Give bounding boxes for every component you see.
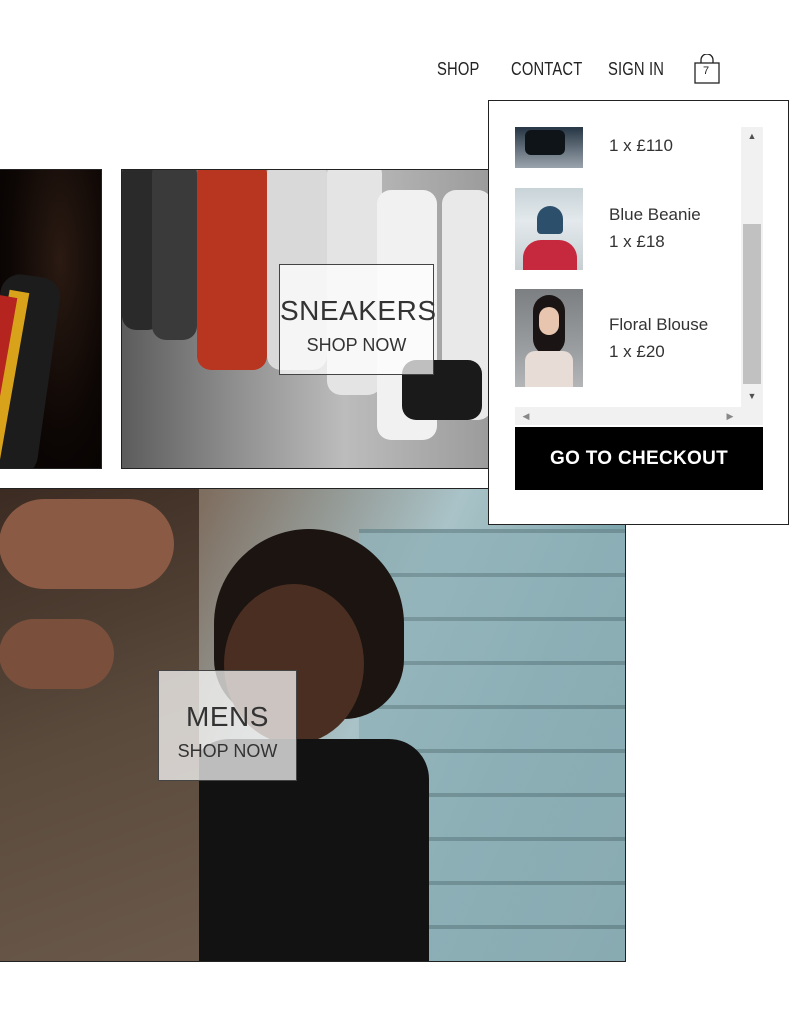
sneakers-overlay[interactable]: SNEAKERS SHOP NOW	[279, 264, 437, 375]
scroll-down-arrow-icon[interactable]: ▼	[741, 389, 763, 403]
collection-tile-sneakers[interactable]: SNEAKERS SHOP NOW	[121, 169, 493, 469]
cart-items-list[interactable]: 1 x £110 Blue Beanie 1 x £18 Floral Blou…	[515, 127, 763, 425]
cart-count: 7	[702, 65, 710, 77]
nav-contact-link[interactable]: CONTACT	[511, 59, 582, 80]
collection-tile-jackets[interactable]	[0, 169, 102, 469]
scroll-right-arrow-icon[interactable]: ▶	[723, 407, 737, 425]
scroll-left-arrow-icon[interactable]: ◀	[519, 407, 533, 425]
mens-shop-now[interactable]: SHOP NOW	[159, 741, 296, 762]
scrollbar-thumb[interactable]	[743, 224, 761, 384]
cart-item-quantity: 1 x £110	[609, 136, 673, 155]
cart-item: 1 x £110	[515, 127, 741, 168]
scroll-up-arrow-icon[interactable]: ▲	[741, 129, 763, 143]
nav-sign-in-link[interactable]: SIGN IN	[608, 59, 664, 80]
vertical-scrollbar[interactable]: ▲ ▼	[741, 127, 763, 407]
mens-title: MENS	[186, 701, 269, 732]
collection-tile-mens[interactable]: MENS SHOP NOW	[0, 488, 626, 962]
cart-item-image	[515, 289, 583, 387]
cart-item-name: Floral Blouse	[609, 315, 709, 334]
cart-item-name: Blue Beanie	[609, 205, 701, 224]
cart-item: Blue Beanie 1 x £18	[515, 188, 741, 286]
cart-item-image	[515, 127, 583, 168]
sneakers-shop-now[interactable]: SHOP NOW	[280, 335, 433, 356]
sneakers-title: SNEAKERS	[280, 295, 437, 326]
horizontal-scrollbar[interactable]: ◀ ▶	[515, 407, 763, 425]
cart-item-image	[515, 188, 583, 270]
cart-item-quantity: 1 x £18	[609, 232, 665, 251]
cart-button[interactable]: 7	[694, 53, 720, 84]
mens-overlay[interactable]: MENS SHOP NOW	[158, 670, 297, 781]
cart-dropdown: 1 x £110 Blue Beanie 1 x £18 Floral Blou…	[488, 100, 789, 525]
checkout-button[interactable]: GO TO CHECKOUT	[515, 427, 763, 490]
nav-shop-link[interactable]: SHOP	[437, 59, 479, 80]
cart-item: Floral Blouse 1 x £20	[515, 289, 741, 387]
cart-item-quantity: 1 x £20	[609, 342, 665, 361]
